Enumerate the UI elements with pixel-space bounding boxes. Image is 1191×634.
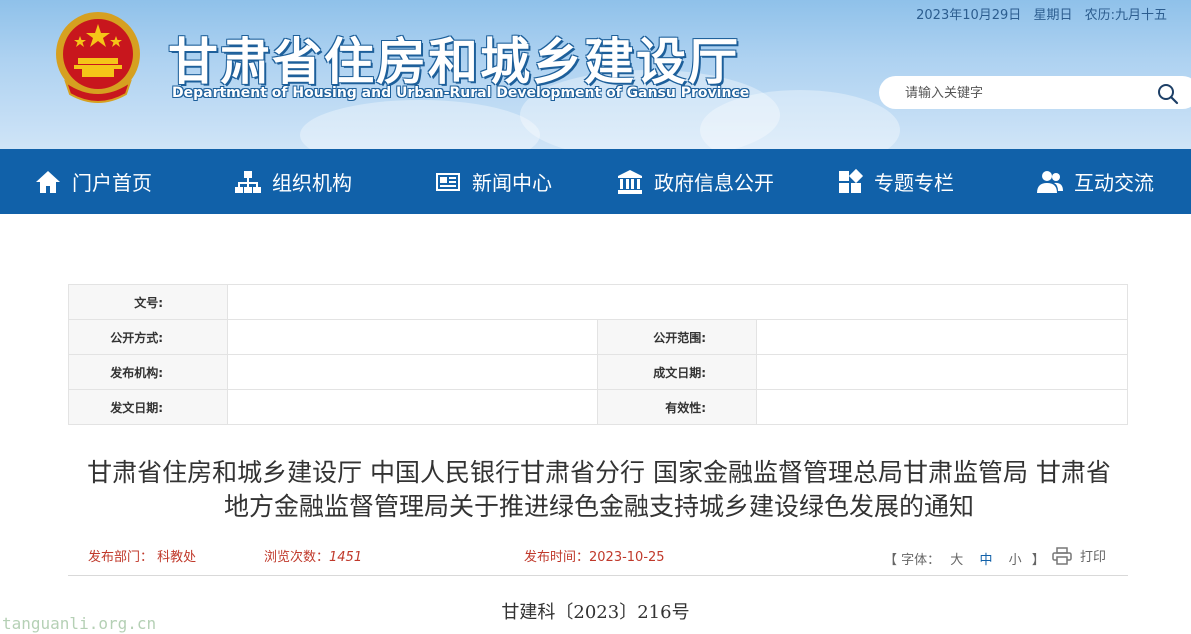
doc-number-value	[227, 284, 1128, 320]
font-size-large-button[interactable]: 大	[950, 553, 963, 568]
nav-item-home[interactable]: 门户首页	[34, 149, 152, 214]
news-icon	[436, 172, 460, 191]
users-icon	[1037, 170, 1063, 193]
nav-item-label: 专题专栏	[874, 171, 954, 195]
issue-date-value	[227, 389, 598, 425]
home-icon	[36, 170, 60, 193]
government-building-icon	[618, 169, 642, 194]
written-date-value	[756, 354, 1128, 390]
publish-time-label: 发布时间：	[524, 550, 590, 565]
view-count: 浏览次数：1451	[264, 546, 362, 565]
nav-item-gov-info[interactable]: 政府信息公开	[616, 149, 774, 214]
current-weekday: 星期日	[1033, 8, 1073, 23]
org-chart-icon	[235, 170, 261, 193]
search-box	[879, 76, 1191, 109]
search-icon[interactable]	[1157, 83, 1179, 105]
document-number: 甘建科〔2023〕216号	[501, 602, 690, 623]
nav-item-label: 组织机构	[272, 171, 352, 195]
disclosure-method-label: 公开方式:	[68, 319, 228, 355]
site-subtitle: Department of Housing and Urban-Rural De…	[172, 85, 750, 101]
nav-item-label: 互动交流	[1074, 171, 1154, 195]
print-button[interactable]: 打印	[1052, 546, 1106, 565]
disclosure-scope-label: 公开范围:	[597, 319, 757, 355]
publish-time-value: 2023-10-25	[589, 550, 665, 565]
nav-item-news[interactable]: 新闻中心	[434, 149, 552, 214]
grid-tiles-icon	[839, 168, 864, 193]
validity-value	[756, 389, 1128, 425]
department-value: 科教处	[157, 550, 197, 565]
table-row: 公开方式: 公开范围:	[68, 319, 1128, 355]
print-label: 打印	[1080, 550, 1107, 565]
document-info-table: 文号: 公开方式: 公开范围: 发布机构: 成文日期: 发文日期: 有效性:	[68, 284, 1128, 425]
nav-item-organization[interactable]: 组织机构	[234, 149, 352, 214]
validity-label: 有效性:	[597, 389, 757, 425]
search-input[interactable]	[905, 83, 1145, 103]
current-date: 2023年10月29日	[916, 8, 1022, 23]
views-label: 浏览次数：	[264, 550, 330, 565]
national-emblem-icon	[56, 12, 140, 103]
nav-item-label: 政府信息公开	[654, 171, 774, 195]
publish-time: 发布时间：2023-10-25	[524, 546, 665, 565]
date-line: 2023年10月29日 星期日 农历:九月十五	[908, 4, 1167, 23]
table-row: 文号:	[68, 284, 1128, 320]
nav-item-label: 门户首页	[72, 171, 152, 195]
nav-item-interaction[interactable]: 互动交流	[1036, 149, 1154, 214]
views-value: 1451	[329, 550, 363, 565]
printer-icon	[1052, 546, 1072, 565]
header-cloud-decoration	[300, 100, 540, 149]
watermark: tanguanli.org.cn	[2, 614, 157, 633]
font-size-close-bracket: 】	[1031, 553, 1045, 568]
issue-date-label: 发文日期:	[68, 389, 228, 425]
table-row: 发文日期: 有效性:	[68, 389, 1128, 425]
issuer-label: 发布机构:	[68, 354, 228, 390]
lunar-date: 农历:九月十五	[1084, 8, 1167, 23]
divider	[68, 575, 1128, 576]
department-label: 发布部门：	[88, 550, 154, 565]
font-size-label: 【 字体：	[884, 553, 941, 568]
font-size-small-button[interactable]: 小	[1009, 553, 1022, 568]
font-size-switcher: 【 字体： 大 中 小 】	[884, 549, 1045, 568]
nav-item-label: 新闻中心	[472, 171, 552, 195]
site-title: 甘肃省住房和城乡建设厅	[168, 33, 740, 91]
font-size-medium-button[interactable]: 中	[979, 553, 992, 568]
table-row: 发布机构: 成文日期:	[68, 354, 1128, 390]
site-header: 2023年10月29日 星期日 农历:九月十五 甘肃省住房和城乡建设厅 Depa…	[0, 0, 1191, 149]
doc-number-label: 文号:	[68, 284, 228, 320]
article-title: 甘肃省住房和城乡建设厅 中国人民银行甘肃省分行 国家金融监督管理总局甘肃监管局 …	[87, 458, 1111, 521]
main-nav: 门户首页 组织机构 新闻中心 政府信息公开 专题专栏 互动交流	[0, 149, 1191, 214]
disclosure-scope-value	[756, 319, 1128, 355]
nav-item-special-topics[interactable]: 专题专栏	[836, 149, 954, 214]
disclosure-method-value	[227, 319, 598, 355]
written-date-label: 成文日期:	[597, 354, 757, 390]
issuer-value	[227, 354, 598, 390]
publishing-department: 发布部门： 科教处	[88, 546, 196, 565]
